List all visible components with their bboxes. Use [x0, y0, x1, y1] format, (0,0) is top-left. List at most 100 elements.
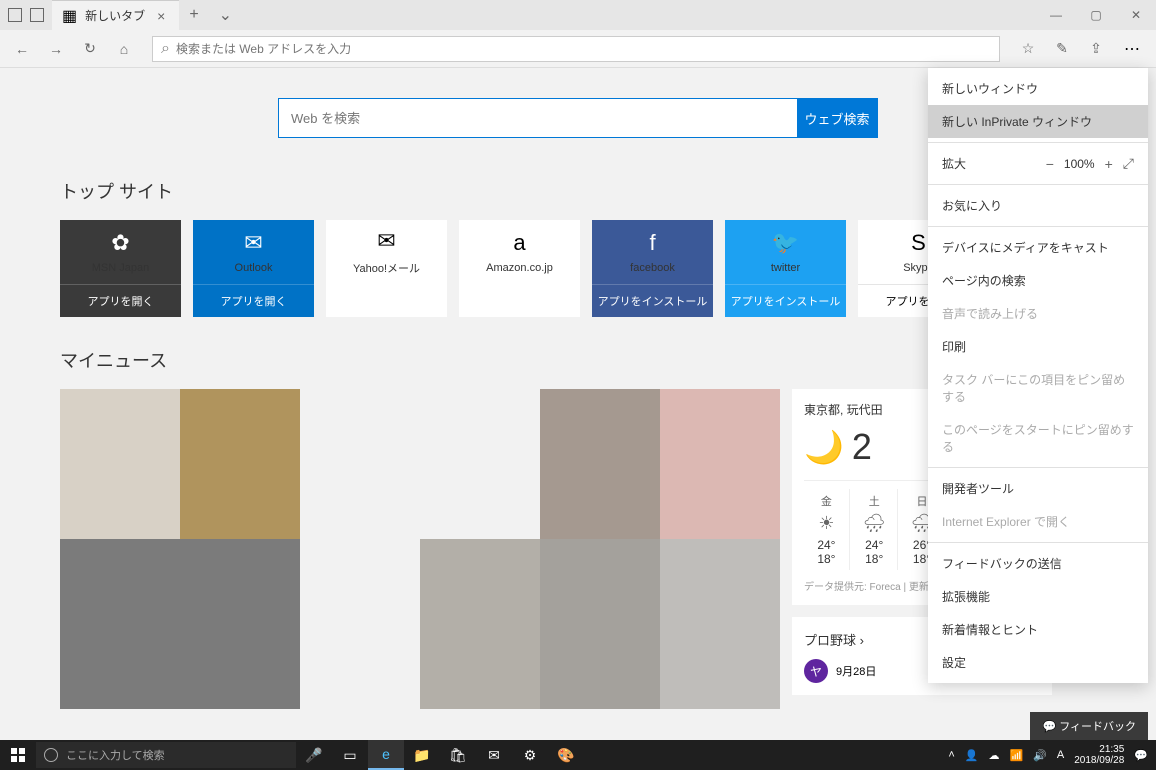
team-icon: ヤ [804, 659, 828, 683]
tile-icon: f [649, 230, 655, 256]
settings-icon[interactable]: ⚙ [512, 740, 548, 770]
refresh-button[interactable]: ↻ [76, 35, 104, 63]
volume-icon[interactable]: 🔊 [1033, 749, 1047, 762]
settings-menu: 新しいウィンドウ 新しい InPrivate ウィンドウ 拡大 − 100% +… [928, 68, 1148, 683]
tile-icon: ✿ [111, 230, 129, 256]
topsite-tile[interactable]: f facebook アプリをインストール [592, 220, 713, 317]
app-icon2 [30, 8, 44, 22]
tile-icon: S [911, 230, 926, 256]
forecast-day: 金☀24°18° [804, 489, 850, 570]
tile-icon: 🐦 [772, 230, 799, 256]
menu-ie: Internet Explorer で開く [928, 505, 1148, 538]
menu-settings[interactable]: 設定 [928, 646, 1148, 679]
back-button[interactable]: ← [8, 35, 36, 63]
network-icon[interactable]: 📶 [1009, 749, 1023, 762]
menu-zoom: 拡大 − 100% + ⤢ [928, 147, 1148, 180]
menu-feedback[interactable]: フィードバックの送信 [928, 547, 1148, 580]
search-box: ウェブ検索 [278, 98, 878, 138]
tile-label: Yahoo!メール [353, 260, 420, 276]
browser-tab[interactable]: ▦ 新しいタブ × [52, 0, 179, 30]
forward-button[interactable]: → [42, 35, 70, 63]
mail-icon[interactable]: ✉ [476, 740, 512, 770]
tile-icon: ✉ [244, 230, 262, 256]
zoom-out-button[interactable]: − [1046, 156, 1054, 172]
minimize-button[interactable]: — [1036, 0, 1076, 30]
tile-label: facebook [630, 262, 675, 274]
topsite-tile[interactable]: ✉Outlookアプリを開く [193, 220, 314, 317]
mic-icon[interactable]: 🎤 [296, 740, 332, 770]
tab-chevron-icon[interactable]: ⌄ [209, 5, 242, 25]
news-grid [60, 389, 780, 709]
topsite-tile[interactable]: ✿ MSN Japan アプリを開く [60, 220, 181, 317]
tile-action[interactable]: アプリをインストール [725, 284, 846, 317]
search-icon: ⌕ [161, 40, 170, 58]
maximize-button[interactable]: ▢ [1076, 0, 1116, 30]
favorites-icon[interactable]: ☆ [1014, 35, 1042, 63]
news-tile[interactable] [60, 539, 300, 709]
tray-chevron-icon[interactable]: ˄ [948, 749, 954, 761]
news-tile[interactable] [180, 389, 300, 539]
addressbar[interactable]: ⌕ [152, 36, 1000, 62]
menu-read-aloud: 音声で読み上げる [928, 297, 1148, 330]
topsite-tile[interactable]: 🐦 twitter アプリをインストール [725, 220, 846, 317]
tile-action[interactable]: アプリをインストール [592, 284, 713, 317]
search-input[interactable] [279, 99, 797, 137]
addressbar-input[interactable] [176, 42, 991, 56]
news-tile [300, 389, 420, 539]
tab-close-icon[interactable]: × [153, 8, 169, 24]
notifications-icon[interactable]: 💬 [1134, 749, 1148, 762]
news-tile [300, 539, 420, 709]
sports-title: プロ野球 › [804, 630, 864, 649]
tab-title: 新しいタブ [85, 7, 145, 24]
menu-whatsnew[interactable]: 新着情報とヒント [928, 613, 1148, 646]
forecast-day: 土🌧24°18° [852, 489, 898, 570]
clock[interactable]: 21:35 2018/09/28 [1074, 744, 1124, 766]
reading-icon[interactable]: ✎ [1048, 35, 1076, 63]
search-button[interactable]: ウェブ検索 [797, 99, 877, 137]
paint-icon[interactable]: 🎨 [548, 740, 584, 770]
tile-action[interactable]: アプリを開く [60, 284, 181, 317]
store-icon[interactable]: 🛍 [440, 740, 476, 770]
zoom-in-button[interactable]: + [1105, 156, 1113, 172]
taskview-icon[interactable]: ▭ [332, 740, 368, 770]
close-button[interactable]: ✕ [1116, 0, 1156, 30]
more-button[interactable]: ⋯ [1116, 33, 1148, 65]
cortana-search[interactable]: ここに入力して検索 [36, 742, 296, 768]
fullscreen-icon[interactable]: ⤢ [1123, 155, 1134, 172]
menu-favorites[interactable]: お気に入り [928, 189, 1148, 222]
weather-now-icon: 🌙 [804, 428, 844, 466]
onedrive-icon[interactable]: ☁ [988, 749, 999, 762]
topsite-tile[interactable]: aAmazon.co.jp [459, 220, 580, 317]
system-tray: ˄ 👤 ☁ 📶 🔊 A 21:35 2018/09/28 💬 [948, 744, 1156, 766]
start-button[interactable] [0, 740, 36, 770]
menu-cast[interactable]: デバイスにメディアをキャスト [928, 231, 1148, 264]
topsite-tile[interactable]: ✉Yahoo!メール [326, 220, 447, 317]
toolbar: ← → ↻ ⌂ ⌕ ☆ ✎ ⇪ ⋯ [0, 30, 1156, 68]
news-tile[interactable] [660, 389, 780, 539]
share-icon[interactable]: ⇪ [1082, 35, 1110, 63]
new-tab-button[interactable]: + [179, 6, 208, 24]
tile-label: MSN Japan [92, 262, 149, 274]
menu-new-window[interactable]: 新しいウィンドウ [928, 72, 1148, 105]
tile-label: twitter [771, 262, 800, 274]
feedback-button[interactable]: 💬 フィードバック [1030, 712, 1148, 740]
tile-action[interactable]: アプリを開く [193, 284, 314, 317]
menu-print[interactable]: 印刷 [928, 330, 1148, 363]
tab-icon: ▦ [62, 6, 77, 26]
menu-pin-start: このページをスタートにピン留めする [928, 413, 1148, 463]
menu-devtools[interactable]: 開発者ツール [928, 472, 1148, 505]
weather-temp: 2 [852, 426, 872, 468]
menu-extensions[interactable]: 拡張機能 [928, 580, 1148, 613]
people-icon[interactable]: 👤 [965, 749, 979, 762]
news-tile[interactable] [420, 539, 540, 709]
home-button[interactable]: ⌂ [110, 35, 138, 63]
menu-find[interactable]: ページ内の検索 [928, 264, 1148, 297]
ime-icon[interactable]: A [1057, 749, 1064, 761]
news-tile[interactable] [540, 539, 660, 709]
explorer-icon[interactable]: 📁 [404, 740, 440, 770]
news-tile[interactable] [660, 539, 780, 709]
menu-new-inprivate[interactable]: 新しい InPrivate ウィンドウ [928, 105, 1148, 138]
news-tile[interactable] [540, 389, 660, 539]
edge-icon[interactable]: e [368, 740, 404, 770]
news-tile[interactable] [60, 389, 180, 539]
